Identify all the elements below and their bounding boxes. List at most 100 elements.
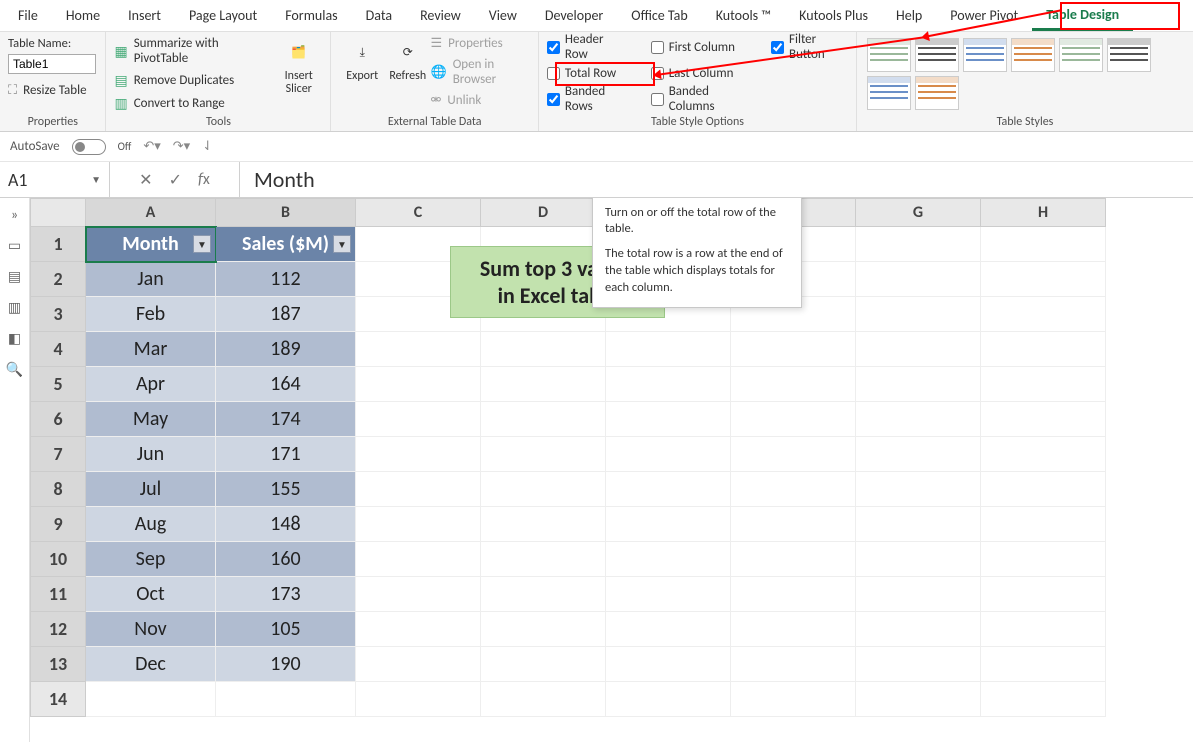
row-header[interactable]: 9 (31, 507, 86, 542)
tab-file[interactable]: File (4, 0, 52, 32)
resize-table-button[interactable]: Resize Table (23, 83, 86, 98)
row-header[interactable]: 11 (31, 577, 86, 612)
cell[interactable]: 190 (216, 647, 356, 682)
cell[interactable]: Mar (86, 332, 216, 367)
cell[interactable]: 105 (216, 612, 356, 647)
rail-table-icon[interactable]: ▤ (8, 268, 21, 285)
cell[interactable]: Dec (86, 647, 216, 682)
cell[interactable]: Feb (86, 297, 216, 332)
cell[interactable] (731, 647, 856, 682)
cell[interactable] (856, 507, 981, 542)
cell[interactable] (731, 682, 856, 717)
cell[interactable] (356, 332, 481, 367)
row-header[interactable]: 8 (31, 472, 86, 507)
cell[interactable] (981, 682, 1106, 717)
cell[interactable]: 173 (216, 577, 356, 612)
select-all-corner[interactable] (31, 199, 86, 227)
cell[interactable] (481, 577, 606, 612)
cell[interactable] (356, 437, 481, 472)
cell[interactable] (856, 402, 981, 437)
rail-find-icon[interactable]: 🔍 (6, 361, 23, 378)
row-header[interactable]: 6 (31, 402, 86, 437)
style-swatch[interactable] (1107, 38, 1151, 72)
cell[interactable] (856, 332, 981, 367)
cell[interactable] (356, 542, 481, 577)
tab-page-layout[interactable]: Page Layout (175, 0, 271, 32)
cell[interactable] (981, 577, 1106, 612)
fx-icon[interactable]: fx (198, 170, 210, 189)
tab-power-pivot[interactable]: Power Pivot (936, 0, 1032, 32)
cell[interactable]: Oct (86, 577, 216, 612)
name-box-dropdown-icon[interactable]: ▼ (91, 173, 101, 186)
rail-sheet-icon[interactable]: ▭ (8, 237, 21, 254)
cell[interactable]: 160 (216, 542, 356, 577)
tab-developer[interactable]: Developer (531, 0, 617, 32)
style-swatch[interactable] (915, 76, 959, 110)
autosave-toggle[interactable] (72, 139, 106, 155)
row-header[interactable]: 3 (31, 297, 86, 332)
cell[interactable]: 171 (216, 437, 356, 472)
cell[interactable] (606, 332, 731, 367)
cell[interactable] (731, 612, 856, 647)
cell[interactable]: 164 (216, 367, 356, 402)
cell[interactable] (606, 507, 731, 542)
cell[interactable]: Jun (86, 437, 216, 472)
refresh-button[interactable]: ⟳ Refresh (385, 36, 431, 85)
cell[interactable]: 112 (216, 262, 356, 297)
tab-review[interactable]: Review (406, 0, 475, 32)
cell[interactable]: 148 (216, 507, 356, 542)
cell[interactable]: Nov (86, 612, 216, 647)
cell[interactable] (606, 682, 731, 717)
name-box[interactable]: A1 ▼ (0, 162, 110, 197)
enter-icon[interactable]: ✓ (169, 170, 182, 190)
cell[interactable] (606, 542, 731, 577)
cell[interactable] (356, 402, 481, 437)
cell[interactable] (356, 577, 481, 612)
cell[interactable] (606, 472, 731, 507)
cell[interactable] (731, 507, 856, 542)
remove-duplicates-button[interactable]: Remove Duplicates (134, 73, 235, 88)
col-header[interactable]: A (86, 199, 216, 227)
tab-table-design[interactable]: Table Design (1032, 1, 1133, 31)
cell[interactable] (356, 472, 481, 507)
col-header[interactable]: C (356, 199, 481, 227)
row-header[interactable]: 4 (31, 332, 86, 367)
row-header[interactable]: 13 (31, 647, 86, 682)
style-swatch[interactable] (963, 38, 1007, 72)
tab-office-tab[interactable]: Office Tab (617, 0, 701, 32)
rail-chart-icon[interactable]: ▥ (8, 299, 21, 316)
cell[interactable] (481, 507, 606, 542)
cell[interactable] (606, 402, 731, 437)
cell[interactable] (481, 472, 606, 507)
input-table-name[interactable] (8, 54, 96, 74)
cell[interactable]: Month▼ (86, 227, 216, 262)
summarize-button[interactable]: Summarize with PivotTable (134, 36, 275, 66)
cell[interactable] (731, 437, 856, 472)
cell[interactable] (981, 402, 1106, 437)
tab-help[interactable]: Help (882, 0, 936, 32)
filter-dropdown-icon[interactable]: ▼ (193, 235, 211, 253)
row-header[interactable]: 7 (31, 437, 86, 472)
undo-dropdown-icon[interactable]: ↶▾ (143, 139, 160, 154)
cell[interactable] (481, 437, 606, 472)
tab-view[interactable]: View (475, 0, 531, 32)
grid-area[interactable]: A B C D E F G H 1Month▼Sales ($M)▼2Jan11… (30, 198, 1193, 742)
cell[interactable] (481, 402, 606, 437)
cell[interactable] (856, 437, 981, 472)
rail-shape-icon[interactable]: ◧ (8, 330, 21, 347)
cell[interactable] (981, 472, 1106, 507)
col-header[interactable]: G (856, 199, 981, 227)
cell[interactable] (216, 682, 356, 717)
check-last-column[interactable]: Last Column (651, 62, 749, 84)
cell[interactable] (981, 227, 1106, 262)
cell[interactable] (731, 402, 856, 437)
style-swatch[interactable] (867, 38, 911, 72)
cell[interactable] (856, 647, 981, 682)
cell[interactable] (356, 647, 481, 682)
cell[interactable] (981, 612, 1106, 647)
formula-input[interactable]: Month (240, 162, 1193, 197)
cell[interactable] (856, 297, 981, 332)
cell[interactable] (856, 542, 981, 577)
cell[interactable]: Sales ($M)▼ (216, 227, 356, 262)
cell[interactable] (731, 542, 856, 577)
